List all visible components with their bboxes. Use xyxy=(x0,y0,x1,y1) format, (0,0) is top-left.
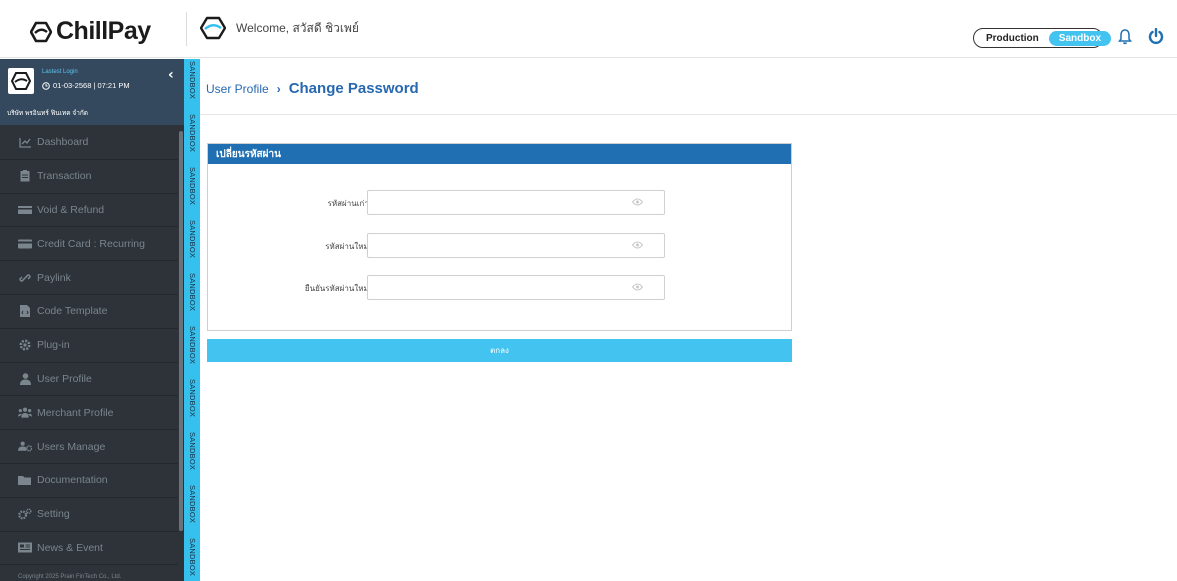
folder-icon xyxy=(18,474,32,486)
eye-icon[interactable] xyxy=(632,241,643,249)
bell-icon[interactable] xyxy=(1118,29,1132,45)
sidebar-item-transaction[interactable]: Transaction xyxy=(0,160,178,194)
sandbox-label: SANDBOX xyxy=(188,273,197,312)
top-bar: ChillPay Welcome, สวัสดี ชิวเพย์ Product… xyxy=(0,0,1177,58)
sandbox-label: SANDBOX xyxy=(188,538,197,577)
breadcrumb-user-profile[interactable]: User Profile xyxy=(206,82,269,96)
sandbox-label: SANDBOX xyxy=(188,485,197,524)
users-cog-icon xyxy=(18,441,32,453)
sidebar: Lastest Login 01-03-2568 | 07:21 PM บริษ… xyxy=(0,59,184,581)
users-icon xyxy=(18,407,32,419)
sidebar-item-user-profile[interactable]: User Profile xyxy=(0,363,178,397)
clipboard-icon xyxy=(18,170,32,182)
sidebar-item-label: Plug-in xyxy=(37,339,70,352)
sandbox-strip: SANDBOX SANDBOX SANDBOX SANDBOX SANDBOX … xyxy=(184,59,200,581)
sandbox-label: SANDBOX xyxy=(188,114,197,153)
chillpay-logo-icon xyxy=(30,21,52,42)
sidebar-item-label: Code Template xyxy=(37,305,108,318)
sidebar-item-label: News & Event xyxy=(37,541,103,554)
eye-icon[interactable] xyxy=(632,283,643,291)
sandbox-label: SANDBOX xyxy=(188,326,197,365)
environment-toggle[interactable]: Production Sandbox xyxy=(973,28,1112,48)
sidebar-item-merchant-profile[interactable]: Merchant Profile xyxy=(0,396,178,431)
copyright-text: Copyright 2025 Prain FinTech Co., Ltd. xyxy=(18,574,122,580)
sandbox-label: SANDBOX xyxy=(188,220,197,259)
company-name: บริษัท พรอินทร์ ฟินเทค จำกัด xyxy=(7,110,89,117)
chart-line-icon xyxy=(18,136,32,148)
user-icon xyxy=(18,373,32,385)
clock-icon xyxy=(42,81,50,90)
link-icon xyxy=(18,272,32,284)
welcome-area: Welcome, สวัสดี ชิวเพย์ xyxy=(200,16,359,40)
sidebar-item-label: Credit Card : Recurring xyxy=(37,237,145,250)
sandbox-label: SANDBOX xyxy=(188,379,197,418)
sidebar-item-code-template[interactable]: Code Template xyxy=(0,295,178,329)
sidebar-item-documentation[interactable]: Documentation xyxy=(0,464,178,498)
money-icon xyxy=(18,204,32,216)
sidebar-item-plugin[interactable]: Plug-in xyxy=(0,329,178,363)
welcome-text: Welcome, สวัสดี ชิวเพย์ xyxy=(236,20,359,35)
sidebar-item-setting[interactable]: Setting xyxy=(0,498,178,532)
old-password-label: รหัสผ่านเก่า: xyxy=(327,199,371,208)
power-icon[interactable] xyxy=(1148,28,1164,44)
breadcrumb: User Profile › Change Password xyxy=(206,80,419,97)
avatar xyxy=(8,68,34,94)
env-production-option[interactable]: Production xyxy=(976,33,1049,44)
sidebar-item-dashboard[interactable]: Dashboard xyxy=(0,126,178,160)
sidebar-item-label: Dashboard xyxy=(37,136,89,149)
header-divider xyxy=(200,114,1177,115)
chillpay-avatar-icon xyxy=(11,72,31,90)
sidebar-item-void-refund[interactable]: Void & Refund xyxy=(0,194,178,228)
sandbox-label: SANDBOX xyxy=(188,167,197,206)
eye-icon[interactable] xyxy=(632,198,643,206)
old-password-row: รหัสผ่านเก่า: xyxy=(208,190,793,215)
sidebar-item-label: Documentation xyxy=(37,474,108,487)
old-password-field[interactable] xyxy=(367,190,665,215)
sandbox-label: SANDBOX xyxy=(188,61,197,100)
newspaper-icon xyxy=(18,542,32,554)
sidebar-item-label: Users Manage xyxy=(37,440,106,453)
sidebar-item-paylink[interactable]: Paylink xyxy=(0,261,178,295)
credit-card-icon xyxy=(18,238,32,250)
sidebar-item-label: Transaction xyxy=(37,170,92,183)
new-password-label: รหัสผ่านใหม่: xyxy=(325,242,371,251)
page-title: Change Password xyxy=(288,80,419,97)
sidebar-menu: Dashboard Transaction Void & Refund Cred… xyxy=(0,126,178,566)
breadcrumb-separator: › xyxy=(276,81,281,96)
gear-icon xyxy=(18,339,32,351)
confirm-password-field[interactable] xyxy=(367,275,665,300)
confirm-password-label: ยืนยันรหัสผ่านใหม่: xyxy=(304,284,371,293)
new-password-row: รหัสผ่านใหม่: xyxy=(208,233,793,258)
sidebar-scrollbar[interactable] xyxy=(179,131,183,531)
sidebar-item-label: Void & Refund xyxy=(37,203,105,216)
header-divider xyxy=(186,12,187,46)
sidebar-item-news-event[interactable]: News & Event xyxy=(0,532,178,566)
lastest-login-label: Lastest Login xyxy=(42,69,78,75)
login-datetime: 01-03-2568 | 07:21 PM xyxy=(42,81,130,90)
card-title: เปลี่ยนรหัสผ่าน xyxy=(208,144,791,164)
cogs-icon xyxy=(18,508,32,520)
chevron-left-icon[interactable]: ‹ xyxy=(168,67,174,83)
file-code-icon xyxy=(18,305,32,318)
change-password-card: เปลี่ยนรหัสผ่าน รหัสผ่านเก่า: รหัสผ่านให… xyxy=(207,143,792,331)
sidebar-item-label: Paylink xyxy=(37,271,71,284)
sandbox-label: SANDBOX xyxy=(188,432,197,471)
sidebar-item-users-manage[interactable]: Users Manage xyxy=(0,430,178,464)
sidebar-item-label: Merchant Profile xyxy=(37,406,114,419)
chillpay-avatar-icon xyxy=(200,16,226,40)
user-info-box: Lastest Login 01-03-2568 | 07:21 PM บริษ… xyxy=(0,59,184,125)
brand-logo[interactable]: ChillPay xyxy=(30,17,151,46)
login-datetime-text: 01-03-2568 | 07:21 PM xyxy=(53,81,130,90)
new-password-field[interactable] xyxy=(367,233,665,258)
brand-name: ChillPay xyxy=(56,17,151,45)
sidebar-item-credit-card-recurring[interactable]: Credit Card : Recurring xyxy=(0,227,178,262)
confirm-password-row: ยืนยันรหัสผ่านใหม่: xyxy=(208,275,793,300)
submit-button[interactable]: ตกลง xyxy=(207,339,792,362)
env-sandbox-option[interactable]: Sandbox xyxy=(1048,30,1112,46)
sidebar-item-label: User Profile xyxy=(37,372,92,385)
sidebar-item-label: Setting xyxy=(37,508,70,521)
